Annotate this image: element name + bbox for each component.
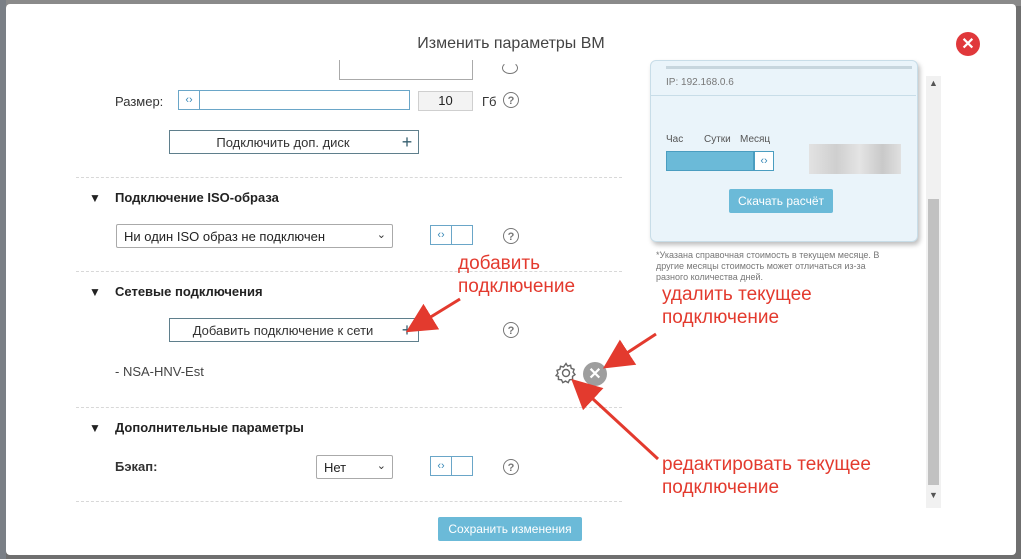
arrow-to-add-button bbox=[405, 297, 461, 333]
edit-vm-modal: Изменить параметры ВМ ✕ Размер: ‹› 10 Гб… bbox=[6, 4, 1016, 555]
annotation-arrows bbox=[405, 297, 660, 461]
arrow-to-delete-icon bbox=[602, 332, 657, 369]
arrow-to-gear-icon bbox=[571, 378, 660, 461]
